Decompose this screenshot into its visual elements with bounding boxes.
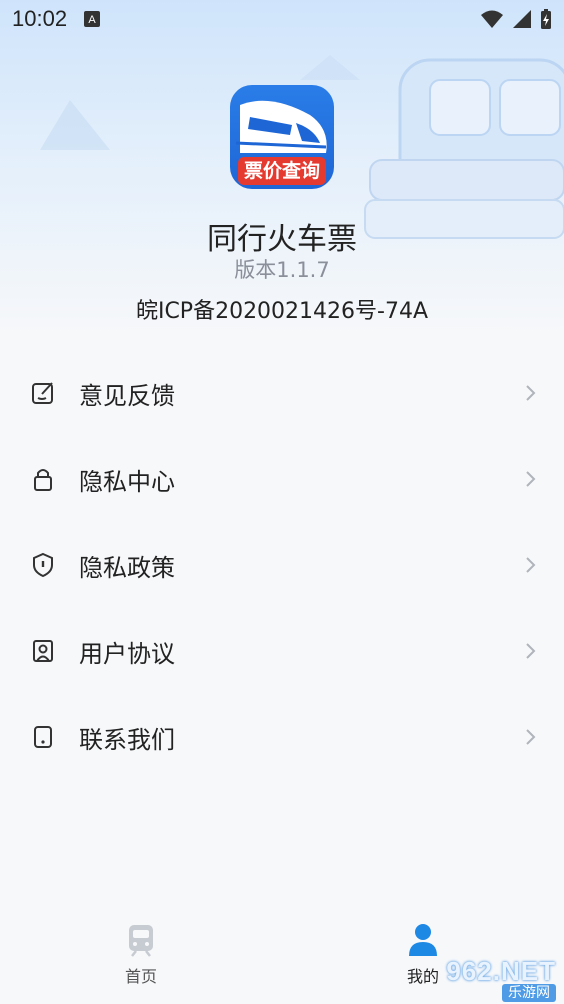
wifi-icon [481,10,503,28]
menu-item-user-agreement[interactable]: 用户协议 [0,608,564,694]
menu-item-label: 意见反馈 [79,381,175,410]
menu-item-privacy-center[interactable]: 隐私中心 [0,436,564,522]
tab-home[interactable]: 首页 [0,905,282,1004]
menu-item-label: 隐私政策 [79,553,175,582]
person-icon [409,924,437,956]
watermark-name: 乐游网 [502,984,556,1002]
signal-icon [513,10,531,28]
settings-menu: 意见反馈 隐私中心 隐私政策 用户协议 联系我们 [0,350,564,780]
tab-label: 首页 [124,967,157,986]
menu-item-feedback[interactable]: 意见反馈 [0,350,564,436]
battery-charging-icon [541,9,551,29]
feedback-edit-icon [30,380,56,406]
svg-text:A: A [88,14,96,26]
menu-item-label: 用户协议 [79,639,175,668]
menu-item-contact-us[interactable]: 联系我们 [0,694,564,780]
chevron-right-icon [526,643,536,659]
status-time: 10:02 [12,6,68,31]
app-icon-banner: 票价查询 [238,157,326,185]
phone-icon [30,724,56,750]
agreement-person-icon [30,638,56,664]
app-icon: 票价查询 [230,85,334,189]
menu-item-label: 隐私中心 [79,467,175,496]
chevron-right-icon [526,729,536,745]
icp-number: 皖ICP备2020021426号-74A [135,299,429,324]
site-watermark: 962.NET 乐游网 [396,958,556,1002]
a-keyboard-icon: A [84,11,101,27]
chevron-right-icon [526,557,536,573]
train-icon [129,925,153,957]
chevron-right-icon [526,471,536,487]
watermark-logo: 962.NET [446,956,556,986]
shield-icon [30,552,56,578]
menu-item-label: 联系我们 [79,725,175,754]
lock-icon [30,466,56,492]
status-bar: 10:02 A [0,0,564,38]
app-version: 版本1.1.7 [234,258,330,282]
chevron-right-icon [526,385,536,401]
menu-item-privacy-policy[interactable]: 隐私政策 [0,522,564,608]
train-logo-icon [235,100,327,153]
app-name: 同行火车票 [207,222,357,257]
